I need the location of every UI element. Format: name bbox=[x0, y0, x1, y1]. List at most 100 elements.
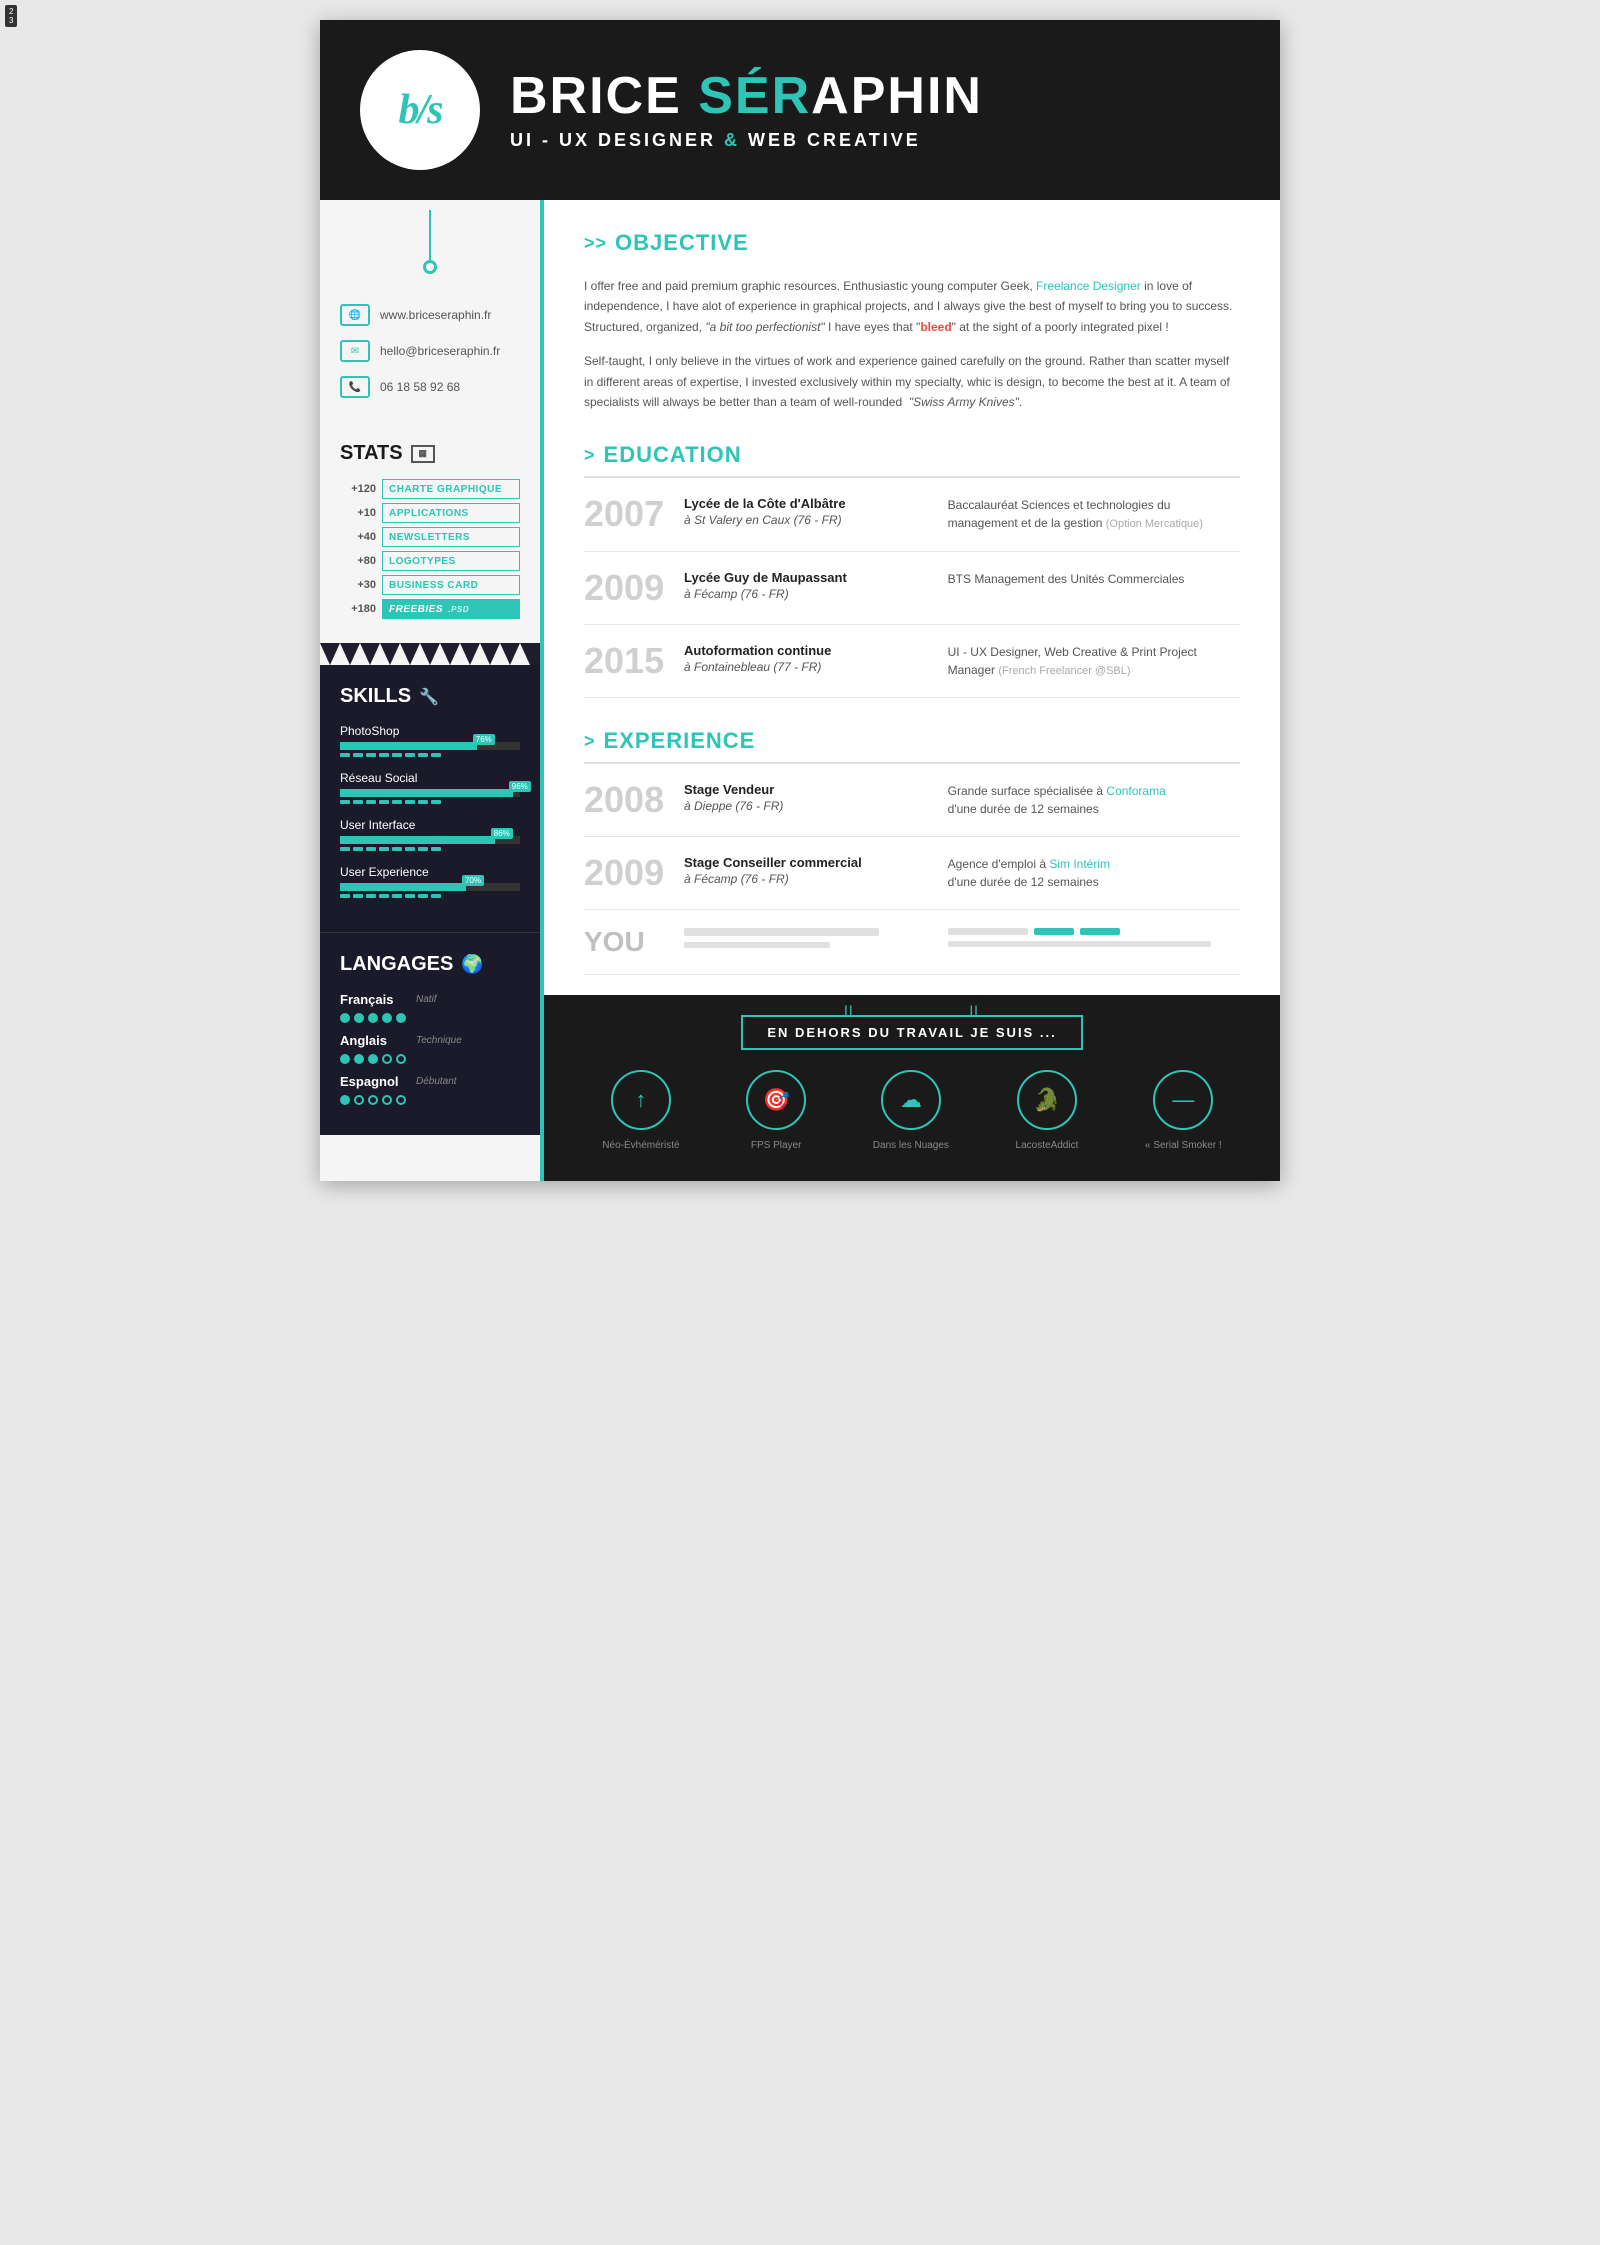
connector-dot bbox=[423, 260, 437, 274]
stats-title: STATS ▦ bbox=[340, 442, 520, 465]
skill-track-reseau bbox=[340, 789, 520, 797]
edu-school-2007: Lycée de la Côte d'Albâtre bbox=[684, 496, 928, 511]
name-teal: SÉR bbox=[698, 67, 811, 125]
languages-section: LANGAGES 🌍 Français Natif Anglais bbox=[320, 932, 540, 1135]
languages-title: LANGAGES 🌍 bbox=[340, 953, 520, 976]
nuages-icon: ☁ bbox=[881, 1070, 941, 1130]
amp-symbol: & bbox=[724, 130, 740, 150]
education-entry-2015: 2015 Autoformation continue à Fontainebl… bbox=[584, 625, 1240, 699]
stat-logos: +80 LOGOTYPES bbox=[340, 551, 520, 571]
outside-item-fps: 🎯 FPS Player bbox=[746, 1070, 806, 1151]
stat-newsletters: +40 NEWSLETTERS bbox=[340, 527, 520, 547]
zigzag-separator bbox=[320, 643, 540, 665]
sidebar-connector bbox=[320, 200, 540, 294]
edu-school-2009: Lycée Guy de Maupassant bbox=[684, 570, 928, 585]
content-area: >> OBJECTIVE I offer free and paid premi… bbox=[540, 200, 1280, 1181]
edu-desc-2009: BTS Management des Unités Commerciales bbox=[948, 570, 1240, 588]
bleed-text: bleed bbox=[920, 320, 951, 334]
exp-desc-you bbox=[948, 928, 1240, 953]
skill-track-ui bbox=[340, 836, 520, 844]
globe-icon: 🌍 bbox=[461, 954, 483, 975]
resume-wrapper: 23 b/s BRICE SÉRAPHIN UI - UX DESIGNER &… bbox=[320, 20, 1280, 1181]
edu-desc-muted-2015: (French Freelancer @SBL) bbox=[998, 665, 1130, 677]
year-2007: 2007 bbox=[584, 496, 664, 532]
experience-section: > EXPERIENCE 2008 Stage Vendeur à Dieppe… bbox=[584, 728, 1240, 975]
stat-bar-newsletters: NEWSLETTERS bbox=[382, 527, 520, 547]
exp-title-2008: Stage Vendeur bbox=[684, 782, 928, 797]
swiss-army-text: "Swiss Army Knives" bbox=[909, 395, 1019, 409]
skill-track-photoshop bbox=[340, 742, 520, 750]
lang-dots-espagnol bbox=[340, 1095, 406, 1105]
skill-photoshop: PhotoShop bbox=[340, 724, 520, 757]
placeholder-bar-4 bbox=[948, 941, 1211, 947]
exp-title-2009: Stage Conseiller commercial bbox=[684, 855, 928, 870]
website-icon: 🌐 bbox=[340, 304, 370, 326]
main-layout: 🌐 www.briceseraphin.fr ✉ hello@bricesera… bbox=[320, 200, 1280, 1181]
outside-item-smoker: — « Serial Smoker ! bbox=[1145, 1070, 1222, 1151]
lacoste-label: LacosteAddict bbox=[1016, 1140, 1079, 1151]
stat-num-apps: +10 bbox=[340, 507, 382, 519]
stat-label-charte: CHARTE GRAPHIQUE bbox=[389, 484, 502, 495]
lang-name-francais: Français bbox=[340, 992, 410, 1007]
sidebar: 🌐 www.briceseraphin.fr ✉ hello@bricesera… bbox=[320, 200, 540, 1181]
outside-title-wrapper: EN DEHORS DU TRAVAIL JE SUIS ... bbox=[574, 1015, 1250, 1050]
email-icon: ✉ bbox=[340, 340, 370, 362]
languages-title-text: LANGAGES bbox=[340, 953, 453, 976]
phone-icon: 📞 bbox=[340, 376, 370, 398]
skill-dots-ux bbox=[340, 894, 520, 898]
outside-item-nuages: ☁ Dans les Nuages bbox=[873, 1070, 949, 1151]
stat-freebies: +180 FREEBIES .PSD bbox=[340, 599, 520, 619]
lang-name-espagnol: Espagnol bbox=[340, 1074, 410, 1089]
lang-name-anglais: Anglais bbox=[340, 1033, 410, 1048]
year-2015: 2015 bbox=[584, 643, 664, 679]
stats-section: STATS ▦ +120 CHARTE GRAPHIQUE +10 APPLIC… bbox=[320, 432, 540, 643]
objective-title-text: OBJECTIVE bbox=[615, 230, 749, 256]
siminterim-text: Sim Intérim bbox=[1049, 857, 1110, 871]
logo-circle: b/s bbox=[360, 50, 480, 170]
skill-fill-ux bbox=[340, 883, 466, 891]
education-entry-2009: 2009 Lycée Guy de Maupassant à Fécamp (7… bbox=[584, 552, 1240, 625]
contact-website[interactable]: 🌐 www.briceseraphin.fr bbox=[340, 304, 520, 326]
contact-phone[interactable]: 📞 06 18 58 92 68 bbox=[340, 376, 520, 398]
nuages-label: Dans les Nuages bbox=[873, 1140, 949, 1151]
skill-reseau: Réseau Social bbox=[340, 771, 520, 804]
experience-entry-2008: 2008 Stage Vendeur à Dieppe (76 - FR) Gr… bbox=[584, 764, 1240, 837]
lang-francais: Français Natif bbox=[340, 992, 520, 1023]
stat-label-newsletters: NEWSLETTERS bbox=[389, 532, 470, 543]
objective-arrow: >> bbox=[584, 233, 607, 254]
stat-num-bizcard: +30 bbox=[340, 579, 382, 591]
year-exp-2009: 2009 bbox=[584, 855, 664, 891]
exp-location-2008: à Dieppe (76 - FR) bbox=[684, 799, 928, 813]
stat-psd: .PSD bbox=[448, 605, 469, 614]
skill-dots-photoshop bbox=[340, 753, 520, 757]
exp-details-2008: Stage Vendeur à Dieppe (76 - FR) bbox=[684, 782, 928, 813]
lang-anglais: Anglais Technique bbox=[340, 1033, 520, 1064]
tools-icon: 🔧 bbox=[419, 687, 439, 707]
outside-title-text: EN DEHORS DU TRAVAIL JE SUIS ... bbox=[767, 1025, 1056, 1040]
year-edu-2009: 2009 bbox=[584, 570, 664, 606]
email-text: hello@briceseraphin.fr bbox=[380, 344, 500, 358]
lang-level-anglais: Technique bbox=[416, 1035, 471, 1046]
exp-details-you bbox=[684, 928, 928, 954]
lang-espagnol: Espagnol Débutant bbox=[340, 1074, 520, 1105]
fps-label: FPS Player bbox=[751, 1140, 802, 1151]
skill-dots-ui bbox=[340, 847, 520, 851]
stat-label-apps: APPLICATIONS bbox=[389, 508, 469, 519]
stat-charte: +120 CHARTE GRAPHIQUE bbox=[340, 479, 520, 499]
stats-title-text: STATS bbox=[340, 442, 403, 465]
objective-p1: I offer free and paid premium graphic re… bbox=[584, 276, 1240, 337]
education-arrow: > bbox=[584, 445, 596, 466]
outside-item-lacoste: 🐊 LacosteAddict bbox=[1016, 1070, 1079, 1151]
contact-email[interactable]: ✉ hello@briceseraphin.fr bbox=[340, 340, 520, 362]
skills-title: SKILLS 🔧 bbox=[340, 685, 520, 708]
stat-bar-freebies: FREEBIES .PSD bbox=[382, 599, 520, 619]
outside-item-neo: ↑ Néo-Évhéméristé bbox=[602, 1070, 679, 1151]
conforama-text: Conforama bbox=[1106, 784, 1165, 798]
name-part1: BRICE bbox=[510, 67, 698, 125]
stat-label-bizcard: BUSINESS CARD bbox=[389, 580, 478, 591]
smoker-icon: — bbox=[1153, 1070, 1213, 1130]
skill-fill-reseau bbox=[340, 789, 513, 797]
logo-text: b/s bbox=[398, 86, 441, 134]
skill-ui: User Interface bbox=[340, 818, 520, 851]
education-entry-2007: 2007 Lycée de la Côte d'Albâtre à St Val… bbox=[584, 478, 1240, 552]
